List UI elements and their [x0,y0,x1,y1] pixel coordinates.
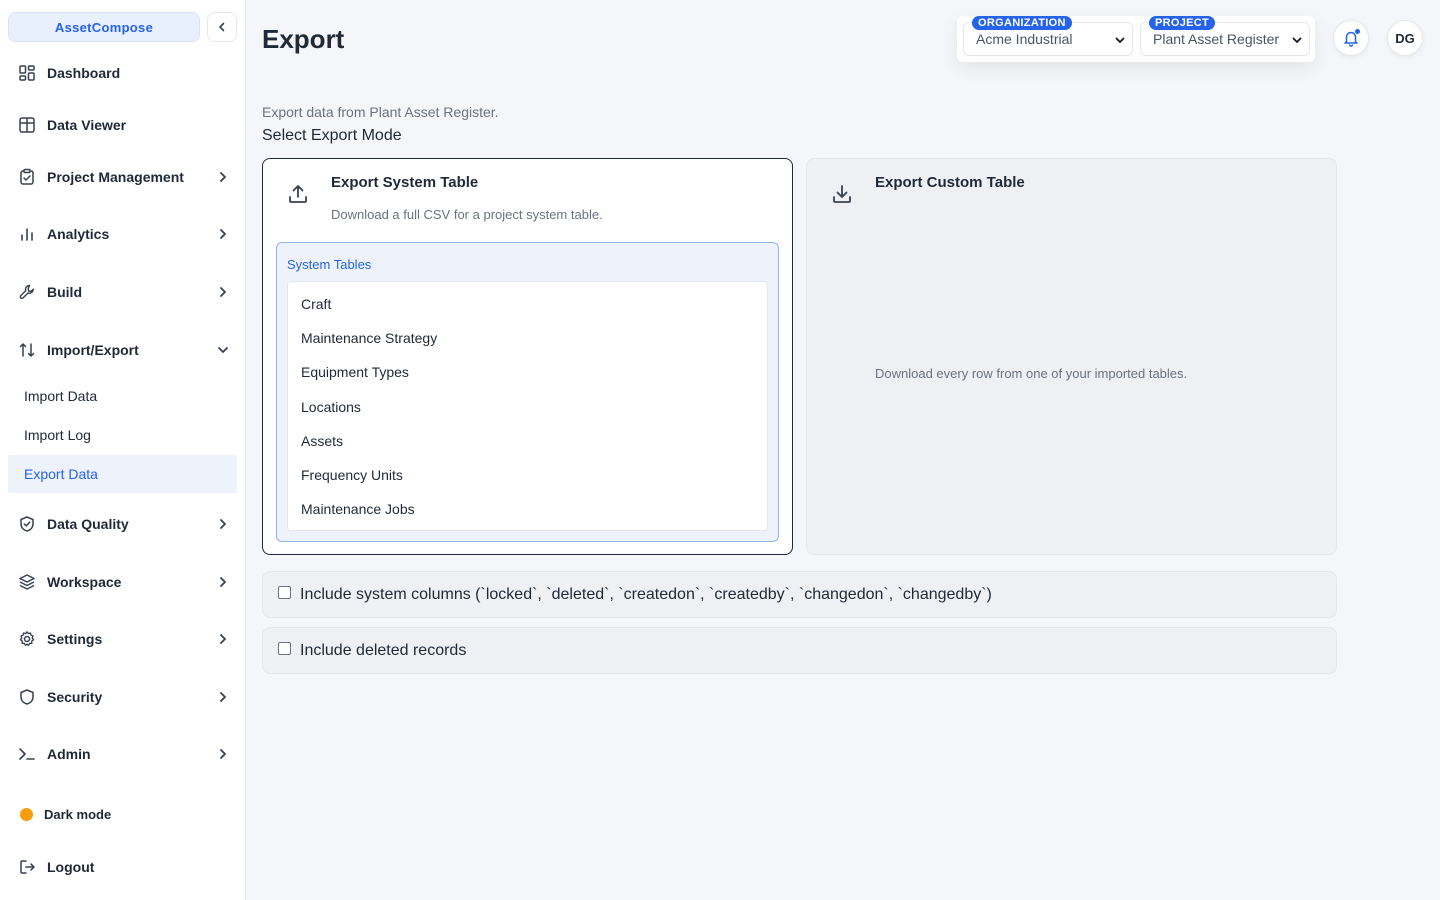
chevron-down-icon [1115,37,1125,43]
sidebar-item-label: Data Quality [47,516,129,532]
dark-mode-toggle[interactable]: Dark mode [8,796,238,832]
chevron-right-icon [220,229,226,239]
sidebar-item-label: Workspace [47,574,122,590]
sun-icon [20,807,33,821]
sidebar-item-admin[interactable]: Admin [8,736,238,772]
page-subtitle: Export data from Plant Asset Register. [262,104,499,120]
table-icon [18,116,36,134]
include-deleted-records-checkbox[interactable] [278,642,291,655]
sidebar-subitem-import-log[interactable]: Import Log [8,416,237,454]
project-value: Plant Asset Register [1153,31,1280,47]
sidebar: AssetCompose Dashboard Data Viewer Proje… [0,0,246,900]
sidebar-item-security[interactable]: Security [8,679,238,715]
sidebar-item-import-export[interactable]: Import/Export [8,332,238,368]
list-item[interactable]: Craft [301,296,331,312]
chevron-right-icon [220,577,226,587]
collapse-sidebar-button[interactable] [207,12,237,42]
avatar-initials: DG [1395,30,1415,46]
notification-badge [1355,29,1360,34]
system-tables-list[interactable]: Craft Maintenance Strategy Equipment Typ… [287,281,768,531]
sidebar-item-data-viewer[interactable]: Data Viewer [8,107,238,143]
shield-icon [18,688,36,706]
list-item[interactable]: Locations [301,399,361,415]
sidebar-item-label: Security [47,689,103,705]
chevron-right-icon [220,172,226,182]
organization-select[interactable]: ORGANIZATION Acme Industrial [963,16,1133,56]
bar-chart-icon [18,225,36,243]
chevron-down-icon [1292,37,1302,43]
sidebar-subitem-export-data[interactable]: Export Data [8,455,237,493]
logout-label: Logout [47,859,95,875]
project-select[interactable]: PROJECT Plant Asset Register [1140,16,1310,56]
include-system-columns-label: Include system columns (`locked`, `delet… [300,585,992,603]
layers-icon [18,573,36,591]
sidebar-item-label: Build [47,284,82,300]
shield-check-icon [18,515,36,533]
page-title: Export [262,24,345,54]
list-item[interactable]: Frequency Units [301,467,403,483]
terminal-icon [18,745,36,763]
dark-mode-label: Dark mode [44,806,112,822]
sidebar-item-analytics[interactable]: Analytics [8,216,238,252]
export-mode-label: Select Export Mode [262,127,402,144]
organization-value: Acme Industrial [976,31,1073,47]
system-tables-label: System Tables [287,257,372,272]
sidebar-item-project-management[interactable]: Project Management [8,159,238,195]
sidebar-item-label: Settings [47,631,103,647]
custom-card-title: Export Custom Table [875,174,1025,191]
clipboard-check-icon [18,168,36,186]
gear-icon [18,630,36,648]
include-deleted-records-option[interactable]: Include deleted records [262,627,1337,674]
arrows-up-down-icon [18,341,36,359]
dashboard-icon [18,64,36,82]
sidebar-item-label: Data Viewer [47,117,127,133]
system-card-title: Export System Table [331,174,479,191]
export-custom-table-card[interactable]: Export Custom Table Download every row f… [806,158,1337,555]
sidebar-item-data-quality[interactable]: Data Quality [8,506,238,542]
sidebar-item-label: Project Management [47,169,184,185]
sidebar-item-label: Admin [47,746,91,762]
wrench-icon [18,283,36,301]
sidebar-item-dashboard[interactable]: Dashboard [8,55,238,91]
system-card-description: Download a full CSV for a project system… [331,207,603,222]
sidebar-subitem-import-data[interactable]: Import Data [8,377,237,415]
list-item[interactable]: Equipment Types [301,364,409,380]
list-item[interactable]: Maintenance Strategy [301,330,437,346]
chevron-right-icon [220,519,226,529]
chevron-right-icon [220,287,226,297]
sidebar-item-label: Dashboard [47,65,121,81]
list-item[interactable]: Maintenance Jobs [301,501,415,517]
user-avatar[interactable]: DG [1387,20,1423,56]
export-system-table-card[interactable]: Export System Table Download a full CSV … [262,158,793,555]
chevron-right-icon [220,634,226,644]
chevron-right-icon [220,749,226,759]
include-system-columns-option[interactable]: Include system columns (`locked`, `delet… [262,571,1337,618]
chevron-down-icon [218,347,228,353]
include-deleted-records-label: Include deleted records [300,641,467,659]
sidebar-item-workspace[interactable]: Workspace [8,564,238,600]
brand-logo[interactable]: AssetCompose [8,12,200,42]
chevron-right-icon [220,692,226,702]
custom-card-description: Download every row from one of your impo… [875,366,1188,381]
project-badge: PROJECT [1149,16,1216,30]
sidebar-item-build[interactable]: Build [8,274,238,310]
chevron-left-icon [219,22,225,32]
sidebar-item-label: Import/Export [47,342,139,358]
context-selector: ORGANIZATION Acme Industrial PROJECT Pla… [957,16,1315,62]
upload-icon [289,185,307,203]
download-icon [833,185,851,203]
sidebar-item-settings[interactable]: Settings [8,621,238,657]
notifications-button[interactable] [1333,20,1369,56]
logout-icon [18,858,36,876]
sidebar-item-label: Analytics [47,226,110,242]
organization-badge: ORGANIZATION [972,16,1072,30]
include-system-columns-checkbox[interactable] [278,586,291,599]
logout-button[interactable]: Logout [8,849,238,885]
system-tables-group: System Tables Craft Maintenance Strategy… [276,242,779,542]
list-item[interactable]: Assets [301,433,343,449]
